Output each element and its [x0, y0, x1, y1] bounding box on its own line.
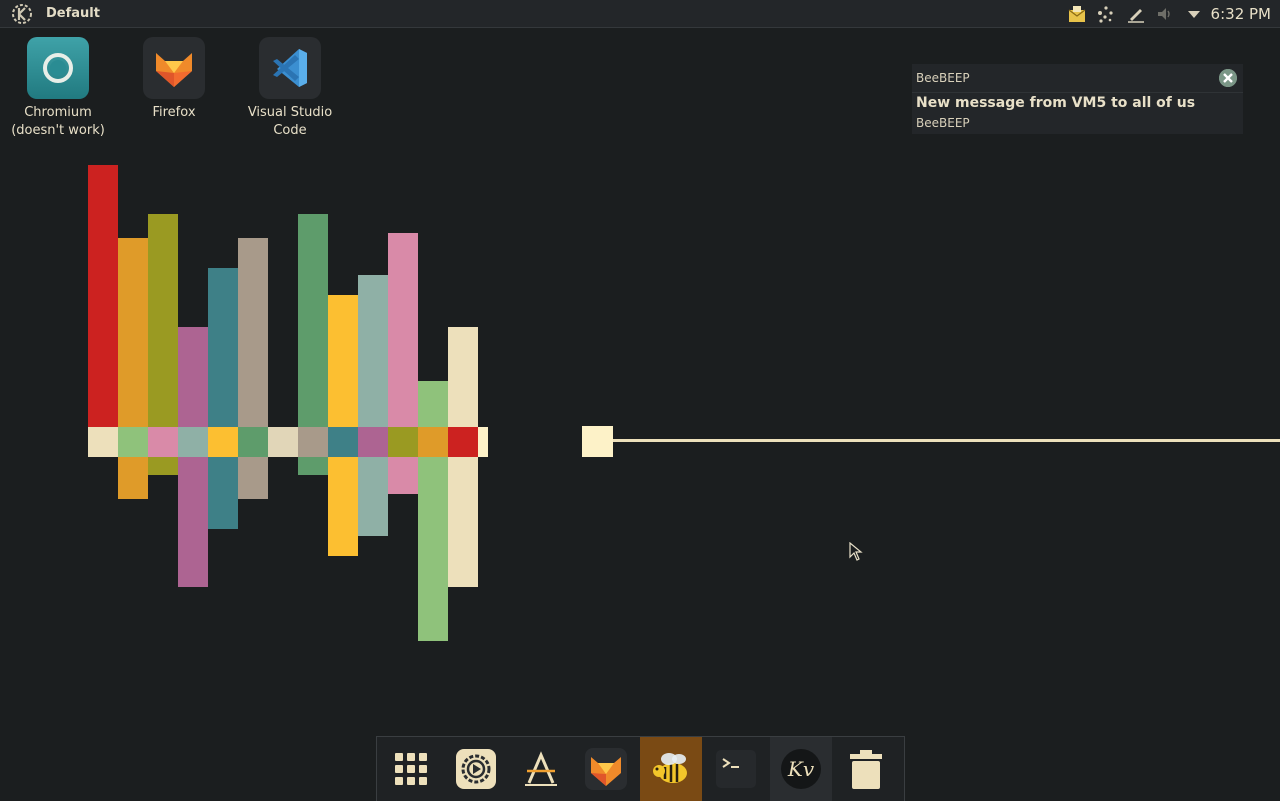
clock[interactable]: 6:32 PM — [1211, 5, 1271, 23]
volume-icon[interactable] — [1155, 4, 1175, 24]
trash-icon — [850, 750, 882, 789]
notification-popup[interactable]: BeeBEEP New message from VM5 to all of u… — [912, 64, 1243, 134]
wallpaper-bar — [358, 457, 388, 536]
notification-header: BeeBEEP — [912, 64, 1243, 93]
wallpaper-bar — [148, 214, 178, 427]
wallpaper-bar — [388, 457, 418, 494]
mail-icon[interactable] — [1067, 4, 1087, 24]
wallpaper-bar — [358, 275, 388, 427]
notification-body: BeeBEEP — [916, 116, 970, 130]
wallpaper-block — [148, 427, 178, 457]
kvantum-icon: Kv — [781, 749, 821, 789]
wallpaper-bar — [88, 165, 118, 427]
wallpaper-bar — [448, 327, 478, 427]
wallpaper-bar — [388, 233, 418, 427]
wallpaper-block — [418, 427, 448, 457]
kde-menu-icon[interactable] — [11, 3, 33, 25]
wallpaper-line — [613, 439, 1280, 442]
dock-firefox[interactable] — [575, 737, 637, 801]
wallpaper-block — [328, 427, 358, 457]
wallpaper-bar — [298, 457, 328, 475]
pen-icon[interactable] — [1126, 4, 1146, 24]
app-launcher-icon — [395, 753, 427, 785]
firefox-icon — [143, 37, 205, 99]
desktop-icon-vscode[interactable]: Visual Studio Code — [240, 37, 340, 140]
text-editor-icon — [525, 751, 557, 786]
dock-app-launcher[interactable] — [380, 737, 442, 801]
desktop-icon-label: Visual Studio Code — [247, 105, 333, 138]
wallpaper-bar — [208, 268, 238, 427]
wallpaper-bar — [328, 295, 358, 427]
wallpaper-bar — [448, 457, 478, 587]
wallpaper-block — [298, 427, 328, 457]
wallpaper-block — [448, 427, 478, 457]
wallpaper-bar — [238, 238, 268, 427]
terminal-icon — [716, 750, 756, 788]
expand-tray-icon[interactable] — [1184, 4, 1204, 24]
wallpaper-bar — [418, 457, 448, 641]
desktop-icon-chromium[interactable]: Chromium (doesn't work) — [8, 37, 108, 140]
wallpaper-bar — [178, 327, 208, 427]
dock: Kv — [376, 736, 905, 801]
notification-app-name: BeeBEEP — [916, 71, 970, 85]
vscode-icon — [259, 37, 321, 99]
notification-title: New message from VM5 to all of us — [916, 95, 1196, 111]
desktop-icon-firefox[interactable]: Firefox — [124, 37, 224, 122]
wallpaper-bar — [118, 238, 148, 427]
wallpaper-bar — [418, 381, 448, 427]
wallpaper-bar — [148, 457, 178, 475]
dock-text-editor[interactable] — [510, 737, 572, 801]
wallpaper-block — [88, 427, 118, 457]
wallpaper-block — [208, 427, 238, 457]
close-icon[interactable] — [1219, 69, 1237, 87]
svg-text:Kv: Kv — [787, 757, 815, 781]
wallpaper-block — [478, 427, 488, 457]
mouse-cursor-icon — [849, 542, 863, 561]
dock-trash[interactable] — [835, 737, 897, 801]
wallpaper-bar — [328, 457, 358, 556]
dock-terminal[interactable] — [705, 737, 767, 801]
wallpaper-bar — [298, 214, 328, 427]
firefox-icon — [585, 748, 627, 790]
activity-name[interactable]: Default — [46, 6, 100, 21]
wallpaper-square — [582, 426, 613, 457]
wallpaper-block — [388, 427, 418, 457]
chromium-icon — [27, 37, 89, 99]
wallpaper-block — [178, 427, 208, 457]
wallpaper-bar — [238, 457, 268, 499]
top-panel: Default 6:32 PM — [0, 0, 1280, 28]
wallpaper-bar — [118, 457, 148, 499]
network-icon[interactable] — [1096, 4, 1116, 24]
settings-icon — [456, 749, 496, 789]
desktop-icon-label: Chromium (doesn't work) — [11, 105, 105, 138]
wallpaper-block — [358, 427, 388, 457]
wallpaper-block — [118, 427, 148, 457]
wallpaper-block — [268, 427, 298, 457]
wallpaper-bar — [178, 457, 208, 587]
dock-settings[interactable] — [445, 737, 507, 801]
dock-kvantum[interactable]: Kv — [770, 737, 832, 801]
wallpaper-bar — [208, 457, 238, 529]
wallpaper-block — [238, 427, 268, 457]
dock-beebeep[interactable] — [640, 737, 702, 801]
beebeep-icon — [653, 753, 687, 783]
desktop-icon-label: Firefox — [152, 105, 196, 120]
